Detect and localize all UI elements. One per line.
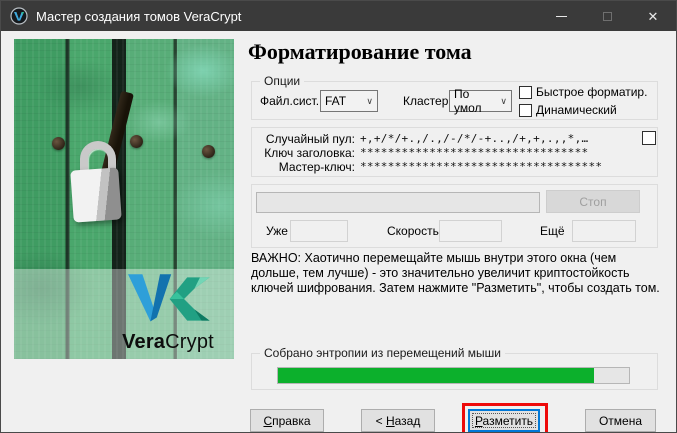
filesystem-value: FAT xyxy=(325,94,347,108)
chevron-down-icon: ∨ xyxy=(500,95,507,106)
done-field xyxy=(290,220,348,242)
padlock-body xyxy=(70,167,122,223)
left-label: Ещё xyxy=(540,224,565,238)
quick-format-label: Быстрое форматир. xyxy=(536,85,648,99)
entropy-progress-fill xyxy=(278,368,594,383)
quick-format-checkbox[interactable] xyxy=(519,85,532,99)
options-group-label: Опции xyxy=(260,74,305,88)
entropy-group-label: Собрано энтропии из перемещений мыши xyxy=(260,346,505,360)
close-icon: ✕ xyxy=(647,8,659,24)
back-button[interactable]: < Назад xyxy=(361,409,435,432)
left-field xyxy=(572,220,636,242)
random-pool-group: Случайный пул: +,+/*/+.,/.,/-/*/-+..,/+,… xyxy=(251,127,658,177)
annotation-highlight-box xyxy=(462,403,548,432)
random-pool-value: +,+/*/+.,/.,/-/*/-+..,/+,+,.,,*,… xyxy=(360,132,589,145)
veracrypt-logo xyxy=(128,274,210,322)
done-label: Уже xyxy=(266,224,288,238)
dynamic-checkbox[interactable] xyxy=(519,103,532,117)
title-bar: Мастер создания томов VeraCrypt ✕ xyxy=(1,1,676,31)
door-bolt xyxy=(52,137,65,150)
veracrypt-app-icon xyxy=(10,7,28,25)
chevron-down-icon: ∨ xyxy=(366,95,373,106)
speed-label: Скорость xyxy=(387,224,439,238)
dynamic-checkbox-row[interactable]: Динамический xyxy=(519,103,617,117)
entropy-group: Собрано энтропии из перемещений мыши xyxy=(251,346,658,390)
maximize-icon xyxy=(602,11,612,21)
filesystem-select[interactable]: FAT ∨ xyxy=(320,90,378,112)
cluster-value: По умол xyxy=(454,87,482,115)
cancel-button[interactable]: Отмена xyxy=(585,409,656,432)
door-bolt xyxy=(202,145,215,158)
logo-overlay-band: VeraCrypt xyxy=(14,269,234,359)
banner-image-green-door: VeraCrypt xyxy=(14,39,234,359)
minimize-button[interactable] xyxy=(538,1,584,31)
header-key-label: Ключ заголовка: xyxy=(264,146,355,160)
cluster-label: Кластер xyxy=(403,94,449,108)
format-progress-group: Стоп Уже Скорость Ещё xyxy=(251,184,658,248)
help-button[interactable]: Справка xyxy=(250,409,324,432)
entropy-progress-bar xyxy=(277,367,630,384)
cluster-select[interactable]: По умол ∨ xyxy=(449,87,512,115)
maximize-button[interactable] xyxy=(584,1,630,31)
format-progress-bar xyxy=(256,192,540,213)
minimize-icon xyxy=(555,15,567,17)
quick-format-checkbox-row[interactable]: Быстрое форматир. xyxy=(519,85,647,99)
stop-button[interactable]: Стоп xyxy=(546,190,640,213)
dynamic-label: Динамический xyxy=(536,103,617,117)
master-key-value: *********************************** xyxy=(360,160,603,173)
speed-field xyxy=(439,220,502,242)
page-title: Форматирование тома xyxy=(248,39,472,64)
veracrypt-wizard-window: Мастер создания томов VeraCrypt ✕ VeraCr… xyxy=(0,0,677,433)
header-key-value: ********************************* xyxy=(360,146,589,159)
random-pool-label: Случайный пул: xyxy=(265,132,355,146)
important-notice-text: ВАЖНО: Хаотично перемещайте мышь внутри … xyxy=(251,251,660,295)
close-button[interactable]: ✕ xyxy=(630,1,676,31)
window-title: Мастер создания томов VeraCrypt xyxy=(36,8,242,24)
filesystem-label: Файл.сист. xyxy=(260,94,320,108)
options-group: Опции Файл.сист. FAT ∨ Кластер По умол ∨… xyxy=(251,74,658,120)
master-key-label: Мастер-ключ: xyxy=(278,160,355,174)
show-pool-checkbox[interactable] xyxy=(642,131,656,145)
door-bolt xyxy=(130,135,143,148)
veracrypt-wordmark: VeraCrypt xyxy=(122,331,214,353)
